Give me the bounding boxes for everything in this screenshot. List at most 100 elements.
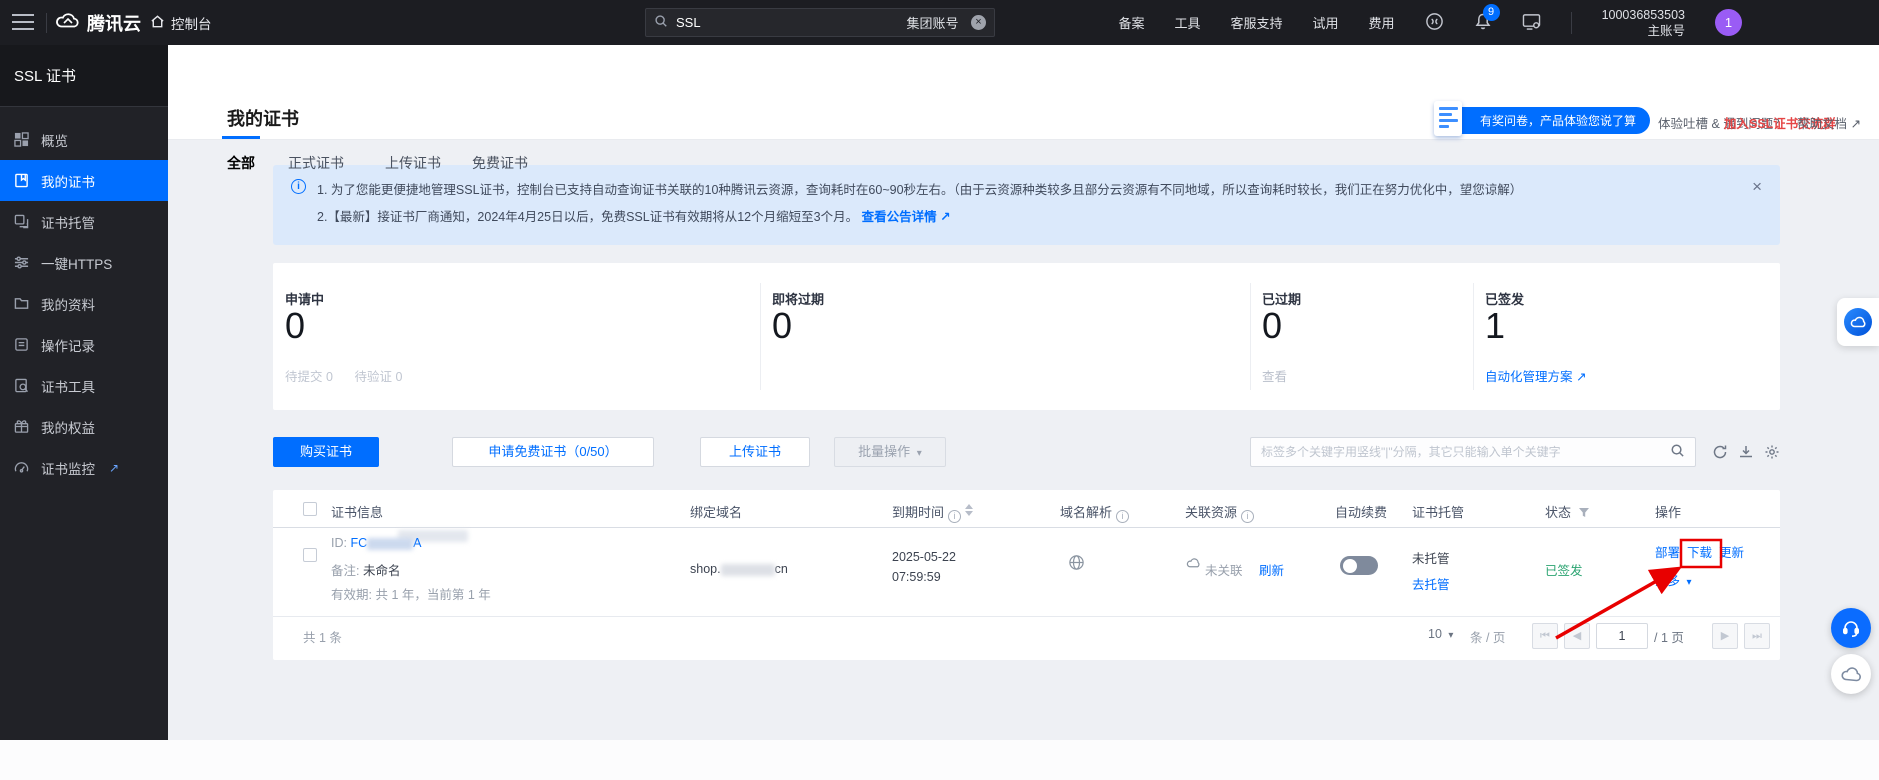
topbar-divider: [46, 13, 47, 33]
tencent-cloud-ssl-console: 腾讯云 控制台 × 集团账号 备案 工具 客服支持 试用 费用: [0, 0, 1879, 780]
tab-paid-certs[interactable]: 正式证书: [288, 153, 344, 173]
resource-refresh-link[interactable]: 刷新: [1259, 560, 1284, 579]
page-size-select[interactable]: 10 ▾: [1428, 627, 1453, 641]
stat-expiring-value: 0: [772, 305, 792, 347]
banner-close-icon[interactable]: ×: [1752, 177, 1762, 197]
sidebar-item-operation-log[interactable]: 操作记录: [0, 324, 168, 365]
sidebar-title: SSL 证书: [0, 45, 168, 107]
auto-renew-toggle[interactable]: [1340, 556, 1378, 575]
pagination-total: 共 1 条: [303, 627, 342, 646]
dns-globe-icon[interactable]: [1068, 554, 1085, 574]
sidebar-item-my-benefits[interactable]: 我的权益: [0, 406, 168, 447]
automation-link[interactable]: 自动化管理方案 ↗: [1485, 366, 1586, 385]
col-hosting: 证书托管: [1412, 502, 1464, 521]
info-icon[interactable]: i: [948, 510, 961, 523]
tab-free-certs[interactable]: 免费证书: [472, 153, 528, 173]
next-page-button[interactable]: ▶: [1712, 623, 1738, 649]
console-link[interactable]: 控制台: [150, 0, 212, 45]
select-all-checkbox[interactable]: [303, 502, 317, 516]
deploy-link[interactable]: 部署: [1655, 542, 1680, 561]
topbar-item-billing[interactable]: 费用: [1369, 13, 1395, 32]
download-list-icon[interactable]: [1738, 444, 1754, 460]
brand-logo[interactable]: 腾讯云: [55, 0, 141, 45]
column-settings-gear-icon[interactable]: [1764, 444, 1780, 460]
update-link[interactable]: 更新: [1719, 542, 1744, 561]
topbar-item-tools[interactable]: 工具: [1175, 13, 1201, 32]
topbar-right-menu: 集团账号 备案 工具 客服支持 试用 费用 9 100036853503 主账号…: [906, 0, 1742, 45]
avatar[interactable]: 1: [1715, 9, 1742, 36]
table-search-input[interactable]: [1261, 445, 1670, 459]
topbar-item-group-account[interactable]: 集团账号: [906, 13, 958, 32]
sidebar-item-cert-monitor[interactable]: 证书监控 ↗: [0, 447, 168, 488]
topbar-item-support[interactable]: 客服支持: [1231, 13, 1283, 32]
topbar-item-trial[interactable]: 试用: [1313, 13, 1339, 32]
stat-pending-sub: 待提交 0 待验证 0: [285, 366, 402, 385]
tab-uploaded-certs[interactable]: 上传证书: [385, 153, 441, 173]
sidebar-item-overview[interactable]: 概览: [0, 119, 168, 160]
info-icon[interactable]: i: [1116, 510, 1129, 523]
announcement-link[interactable]: 查看公告详情 ↗: [862, 210, 951, 224]
apply-free-cert-button[interactable]: 申请免费证书（0/50）: [452, 437, 654, 467]
download-link[interactable]: 下载: [1687, 542, 1712, 561]
prev-page-button[interactable]: ◀: [1564, 623, 1590, 649]
hamburger-menu-icon[interactable]: [12, 14, 34, 30]
notice-line-1: 1. 为了您能更便捷地管理SSL证书，控制台已支持自动查询证书关联的10种腾讯云…: [317, 179, 1522, 198]
console-settings-icon[interactable]: [1522, 13, 1541, 33]
sidebar-item-my-profile[interactable]: 我的资料: [0, 283, 168, 324]
page-number-input[interactable]: [1596, 623, 1648, 649]
chevron-down-icon: ▾: [1687, 577, 1692, 588]
col-status: 状态: [1545, 502, 1589, 521]
cloud-logo-icon: [55, 11, 79, 34]
search-icon[interactable]: [1670, 443, 1685, 461]
account-info[interactable]: 100036853503 主账号: [1602, 7, 1685, 39]
cloud-float-button[interactable]: [1831, 654, 1871, 694]
tab-all[interactable]: 全部: [227, 153, 255, 173]
hosting-action-link[interactable]: 去托管: [1412, 574, 1450, 593]
refresh-icon[interactable]: [1712, 444, 1728, 460]
external-link-icon: ↗: [109, 461, 119, 475]
overview-grid-icon: [14, 132, 29, 147]
help-doc-link[interactable]: 帮助文档 ↗: [1797, 113, 1861, 132]
stat-expired-view-link[interactable]: 查看: [1262, 366, 1287, 385]
upload-cert-button[interactable]: 上传证书: [700, 437, 810, 467]
batch-operation-button[interactable]: 批量操作 ▾: [834, 437, 946, 467]
chevron-down-icon: ▾: [1448, 630, 1453, 641]
last-page-button[interactable]: ⏭: [1744, 623, 1770, 649]
col-cert-info: 证书信息: [331, 502, 383, 521]
stats-card: 申请中 0 待提交 0 待验证 0 即将过期 0 已过期 0 查看 已签发 1 …: [273, 263, 1780, 410]
log-icon: [14, 337, 29, 352]
hosting-icon: [14, 214, 29, 229]
notice-line-2: 2.【最新】接证书厂商通知，2024年4月25日以后，免费SSL证书有效期将从1…: [317, 206, 951, 225]
global-search-input[interactable]: [676, 15, 926, 30]
topbar-divider: [1571, 12, 1572, 34]
more-actions-link[interactable]: 更多 ▾: [1655, 570, 1692, 589]
cert-tool-icon: [14, 378, 29, 393]
col-actions: 操作: [1655, 502, 1681, 521]
sidebar-item-one-click-https[interactable]: 一键HTTPS: [0, 242, 168, 283]
service-float-button[interactable]: [1831, 608, 1871, 648]
notification-bell-icon[interactable]: 9: [1474, 12, 1492, 34]
row-checkbox[interactable]: [303, 548, 317, 562]
cert-remark: 备注: 未命名: [331, 560, 400, 579]
sidebar: SSL 证书 概览 我的证书 证书托管 一键HTTPS 我的资料: [0, 45, 168, 740]
search-icon: [654, 14, 668, 31]
buy-cert-button[interactable]: 购买证书: [273, 437, 379, 467]
col-resources: 关联资源i: [1185, 502, 1254, 523]
info-icon[interactable]: i: [1241, 510, 1254, 523]
sort-icon[interactable]: [965, 504, 973, 516]
survey-button[interactable]: 有奖问卷，产品体验您说了算: [1440, 107, 1650, 134]
float-widget-ssl[interactable]: [1837, 298, 1879, 346]
support-voice-icon[interactable]: [1425, 12, 1444, 34]
cloud-icon: [1840, 665, 1862, 683]
first-page-button[interactable]: ⏮: [1532, 623, 1558, 649]
sidebar-item-my-certificates[interactable]: 我的证书: [0, 160, 168, 201]
notice-banner: i 1. 为了您能更便捷地管理SSL证书，控制台已支持自动查询证书关联的10种腾…: [273, 165, 1780, 245]
cert-id-link[interactable]: FCA: [350, 536, 421, 550]
sidebar-item-cert-tools[interactable]: 证书工具: [0, 365, 168, 406]
col-auto-renew: 自动续费: [1335, 502, 1387, 521]
sidebar-item-hosting[interactable]: 证书托管: [0, 201, 168, 242]
headset-icon: [1841, 618, 1861, 638]
bottom-band: [0, 740, 1879, 780]
topbar-item-beian[interactable]: 备案: [1118, 13, 1144, 32]
filter-funnel-icon[interactable]: [1579, 508, 1589, 518]
